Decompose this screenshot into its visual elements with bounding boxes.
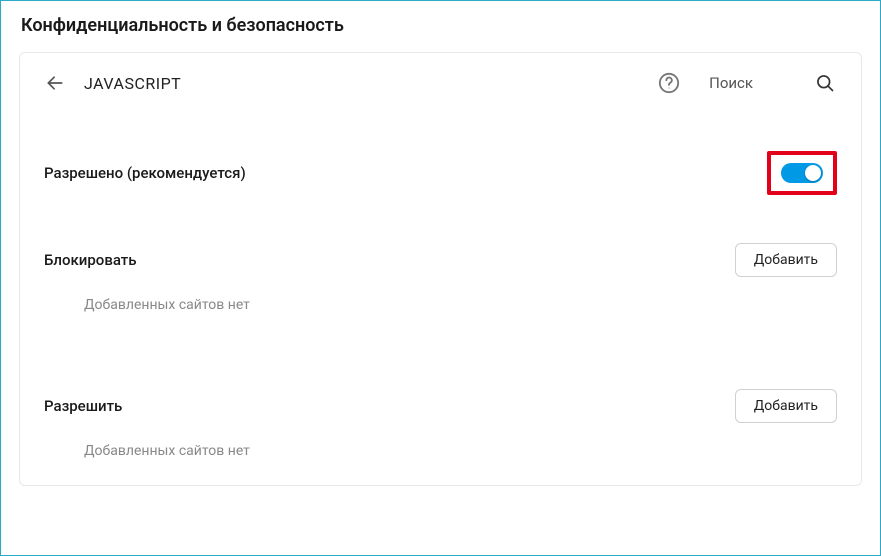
block-section-title: Блокировать [44,251,137,269]
allow-section-title: Разрешить [44,397,122,415]
allowed-label: Разрешено (рекомендуется) [44,164,246,182]
settings-panel: JAVASCRIPT Поиск Разрешено (рекомендуетс… [19,52,862,486]
help-icon[interactable] [657,71,681,95]
toggle-highlight [767,151,837,195]
page-title: Конфиденциальность и безопасность [1,1,880,46]
back-arrow-icon[interactable] [44,72,66,94]
search-label[interactable]: Поиск [709,74,753,92]
toggle-knob [805,165,821,181]
block-section-header: Блокировать Добавить [20,223,861,285]
javascript-toggle[interactable] [781,163,823,183]
search-icon[interactable] [813,71,837,95]
allow-section-header: Разрешить Добавить [20,369,861,431]
section-title: JAVASCRIPT [84,74,181,93]
allow-empty-text: Добавленных сайтов нет [20,431,861,485]
block-add-button[interactable]: Добавить [735,243,837,277]
allowed-row: Разрешено (рекомендуется) [20,123,861,223]
allow-add-button[interactable]: Добавить [735,389,837,423]
panel-header: JAVASCRIPT Поиск [20,53,861,123]
block-empty-text: Добавленных сайтов нет [20,285,861,339]
